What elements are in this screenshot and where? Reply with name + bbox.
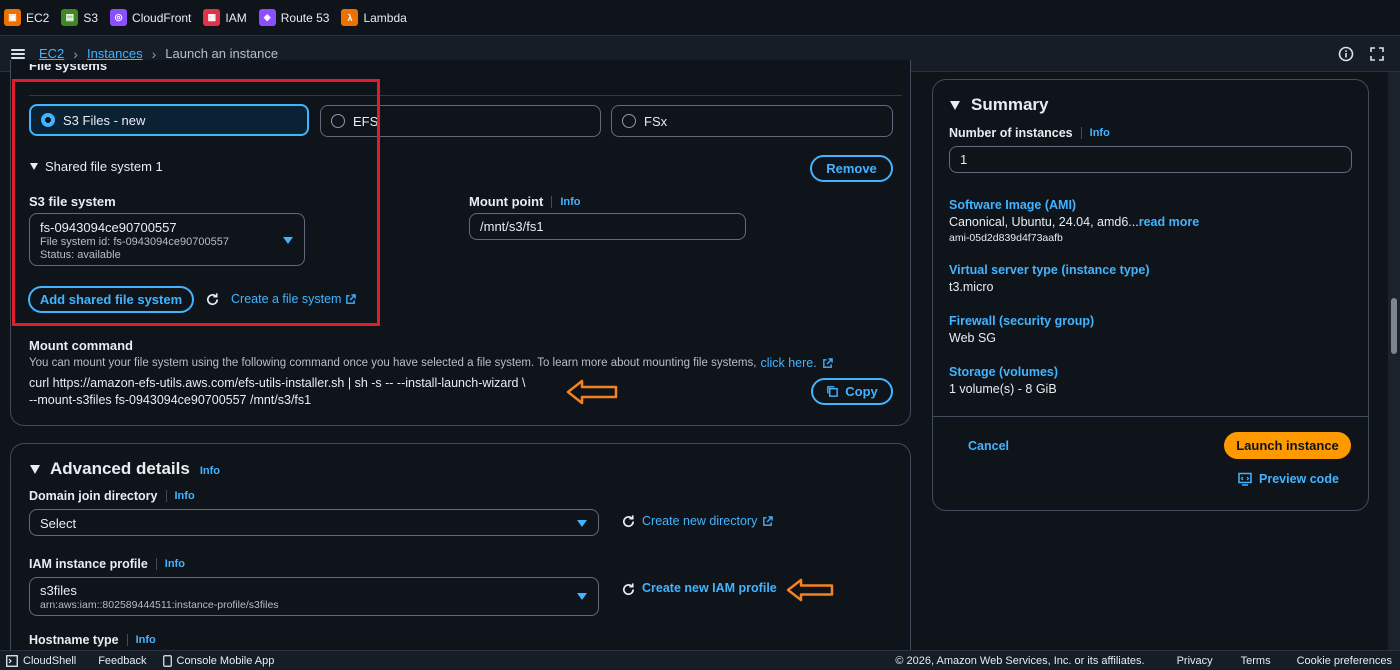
console-footer: CloudShell Feedback Console Mobile App ©…: [0, 650, 1400, 670]
refresh-icon[interactable]: [621, 514, 636, 529]
s3-icon: ▤: [61, 9, 79, 26]
caret-down-icon: [950, 100, 960, 110]
mount-point-input[interactable]: /mnt/s3/fs1: [469, 213, 746, 240]
favorite-ec2[interactable]: ▣ EC2: [4, 6, 49, 30]
create-new-directory-link[interactable]: Create new directory: [642, 514, 774, 528]
lambda-icon: λ: [341, 9, 359, 26]
privacy-link[interactable]: Privacy: [1177, 655, 1213, 667]
scrollbar-thumb[interactable]: [1391, 298, 1397, 354]
hostname-type-header: Hostname type Info: [29, 633, 156, 647]
mount-command-label: Mount command: [29, 338, 133, 353]
info-circle-icon[interactable]: [1338, 46, 1354, 62]
mount-command-line-1: curl https://amazon-efs-utils.aws.com/ef…: [29, 376, 526, 390]
breadcrumb-instances[interactable]: Instances: [87, 46, 143, 61]
radio-icon: [622, 114, 636, 128]
ami-id: ami-05d2d839d4f73aafb: [949, 232, 1063, 244]
ami-value: Canonical, Ubuntu, 24.04, amd6... read m…: [949, 215, 1200, 229]
mount-point-info-link[interactable]: Info: [560, 196, 580, 208]
copy-button[interactable]: Copy: [811, 378, 893, 405]
cancel-button[interactable]: Cancel: [968, 439, 1009, 453]
iam-profile-select[interactable]: s3files arn:aws:iam::802589444511:instan…: [29, 577, 599, 616]
iam-icon: ▦: [203, 9, 221, 26]
terms-link[interactable]: Terms: [1241, 655, 1271, 667]
advanced-details-toggle[interactable]: Advanced details Info: [30, 459, 220, 479]
preview-code-button[interactable]: Preview code: [1238, 472, 1339, 486]
domain-join-select[interactable]: Select: [29, 509, 599, 536]
console-mobile-app-link[interactable]: Console Mobile App: [162, 654, 274, 667]
arrow-left-icon: [566, 379, 618, 405]
external-link-icon: [763, 515, 774, 526]
fullscreen-icon[interactable]: [1369, 46, 1385, 62]
terminal-icon: [6, 654, 18, 667]
summary-toggle[interactable]: Summary: [950, 95, 1048, 115]
storage-link[interactable]: Storage (volumes): [949, 365, 1058, 379]
read-more-link[interactable]: read more: [1139, 215, 1199, 229]
launch-instance-button[interactable]: Launch instance: [1224, 432, 1351, 459]
cloudshell-button[interactable]: CloudShell: [6, 655, 76, 667]
mount-point-header: Mount point Info: [469, 194, 581, 209]
remove-button[interactable]: Remove: [810, 155, 893, 182]
create-new-iam-profile-link[interactable]: Create new IAM profile: [642, 581, 777, 595]
copyright: © 2026, Amazon Web Services, Inc. or its…: [895, 654, 1145, 667]
cookie-preferences-link[interactable]: Cookie preferences: [1297, 655, 1392, 667]
domain-info-link[interactable]: Info: [175, 490, 195, 502]
copy-icon: [827, 386, 839, 397]
breadcrumb-current: Launch an instance: [165, 46, 279, 61]
file-systems-title: File systems: [29, 64, 108, 73]
advanced-info-link[interactable]: Info: [200, 465, 220, 477]
iam-profile-header: IAM instance profile Info: [29, 557, 185, 571]
ami-link[interactable]: Software Image (AMI): [949, 198, 1076, 212]
favorite-s3[interactable]: ▤ S3: [61, 6, 98, 30]
click-here-link[interactable]: click here.: [760, 356, 816, 370]
menu-icon[interactable]: [11, 48, 25, 59]
external-link-icon: [822, 357, 833, 368]
arrow-left-icon: [786, 578, 834, 602]
instance-type-value: t3.micro: [949, 280, 994, 294]
favorites-bar: ▣ EC2 ▤ S3 ◎ CloudFront ▦ IAM ◈ Route 53 λ Lam…: [0, 0, 1400, 36]
firewall-value: Web SG: [949, 331, 997, 345]
tile-fsx[interactable]: FSx: [611, 105, 893, 137]
caret-down-icon: [577, 593, 587, 600]
iam-info-link[interactable]: Info: [165, 558, 185, 570]
instances-info-link[interactable]: Info: [1090, 127, 1110, 139]
number-of-instances-header: Number of instances Info: [949, 126, 1110, 140]
page-scrollbar[interactable]: [1388, 72, 1400, 650]
storage-value: 1 volume(s) - 8 GiB: [949, 382, 1057, 396]
hostname-info-link[interactable]: Info: [136, 634, 156, 646]
mobile-icon: [162, 654, 172, 667]
preview-code-icon: [1238, 472, 1252, 486]
mount-command-line-2: --mount-s3files fs-0943094ce90700557 /mn…: [29, 393, 312, 407]
cloudfront-icon: ◎: [110, 9, 128, 26]
ec2-icon: ▣: [4, 9, 21, 26]
route53-icon: ◈: [258, 9, 276, 26]
favorite-lambda[interactable]: λ Lambda: [341, 6, 407, 30]
number-of-instances-input[interactable]: 1: [949, 146, 1352, 173]
domain-join-header: Domain join directory Info: [29, 489, 195, 503]
divider: [933, 416, 1368, 417]
caret-down-icon: [30, 464, 40, 474]
refresh-icon[interactable]: [621, 582, 636, 597]
favorite-iam[interactable]: ▦ IAM: [203, 6, 247, 30]
highlight-box: [12, 79, 380, 326]
favorite-cloudfront[interactable]: ◎ CloudFront: [110, 6, 191, 30]
caret-down-icon: [577, 520, 587, 527]
firewall-link[interactable]: Firewall (security group): [949, 314, 1094, 328]
favorite-route53[interactable]: ◈ Route 53: [258, 6, 329, 30]
breadcrumb-ec2[interactable]: EC2: [39, 46, 64, 61]
feedback-link[interactable]: Feedback: [98, 655, 146, 667]
instance-type-link[interactable]: Virtual server type (instance type): [949, 263, 1150, 277]
mount-command-description: You can mount your file system using the…: [29, 356, 833, 370]
